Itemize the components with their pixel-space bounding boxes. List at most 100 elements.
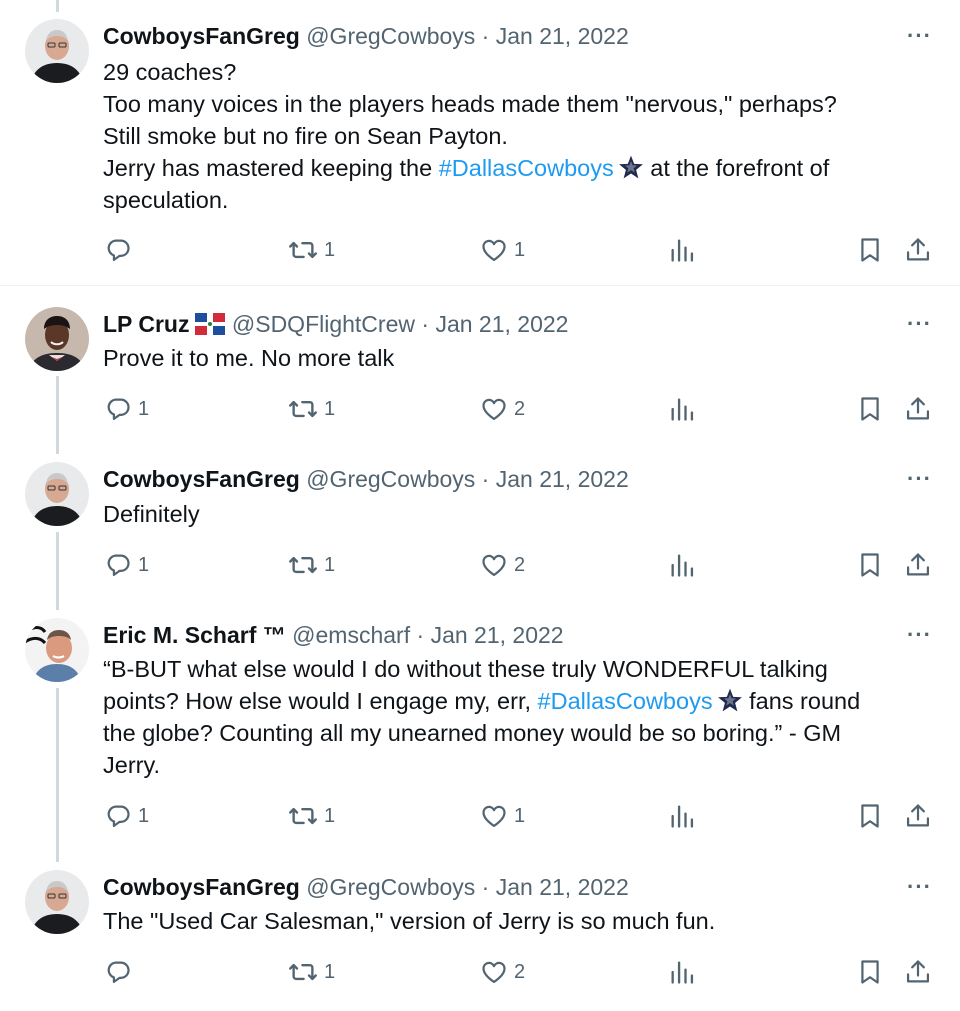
share-button[interactable]	[904, 549, 932, 581]
like-count: 2	[514, 960, 526, 983]
bookmark-icon	[856, 395, 884, 423]
avatar[interactable]	[25, 618, 89, 682]
bookmark-icon	[856, 958, 884, 986]
like-button[interactable]: 1	[480, 234, 525, 266]
tweet-text: Prove it to me. No more talk	[103, 342, 933, 374]
tweet-line: Definitely	[103, 501, 200, 527]
timestamp[interactable]: Jan 21, 2022	[496, 466, 629, 492]
reply-button[interactable]: 1	[104, 549, 149, 581]
retweet-button[interactable]: 1	[288, 234, 335, 266]
separator: ·	[414, 311, 436, 337]
like-button[interactable]: 1	[480, 800, 525, 832]
reply-button[interactable]: 1	[104, 393, 149, 425]
tweet-actions: 1 1 2	[0, 549, 960, 581]
reply-button[interactable]	[104, 956, 138, 988]
share-button[interactable]	[904, 956, 932, 988]
bookmark-button[interactable]	[856, 234, 884, 266]
separator: ·	[410, 622, 431, 648]
more-options-icon[interactable]: ···	[907, 468, 932, 490]
more-options-icon[interactable]: ···	[907, 313, 932, 335]
reply-icon	[104, 236, 132, 264]
tweet-actions: 1 2	[0, 956, 960, 988]
tweet-line: the globe? Counting all my unearned mone…	[103, 720, 842, 746]
like-count: 1	[514, 238, 526, 261]
retweet-count: 1	[324, 397, 336, 420]
more-options-icon[interactable]: ···	[907, 876, 932, 898]
display-name[interactable]: CowboysFanGreg	[103, 466, 300, 492]
views-icon	[668, 395, 696, 423]
more-options-icon[interactable]: ···	[907, 624, 932, 646]
retweet-icon	[288, 394, 318, 424]
retweet-icon	[288, 801, 318, 831]
like-button[interactable]: 2	[480, 956, 525, 988]
reply-button[interactable]	[104, 234, 138, 266]
timestamp[interactable]: Jan 21, 2022	[435, 311, 568, 337]
user-handle[interactable]: @GregCowboys	[306, 466, 475, 492]
reply-icon	[104, 958, 132, 986]
cowboys-star-icon	[618, 154, 644, 180]
bookmark-button[interactable]	[856, 956, 884, 988]
tweet-header: CowboysFanGreg @GregCowboys · Jan 21, 20…	[103, 21, 629, 51]
tweet-text: Definitely	[103, 498, 933, 530]
share-button[interactable]	[904, 393, 932, 425]
hashtag-link[interactable]: #DallasCowboys	[439, 155, 614, 181]
user-handle[interactable]: @SDQFlightCrew	[232, 311, 415, 337]
tweet-actions: 1 1 1	[0, 800, 960, 832]
bookmark-button[interactable]	[856, 393, 884, 425]
separator: ·	[475, 23, 496, 49]
tweet-line: Jerry.	[103, 752, 161, 778]
tweet-actions: 1 1 2	[0, 393, 960, 425]
bookmark-button[interactable]	[856, 549, 884, 581]
retweet-icon	[288, 550, 318, 580]
share-button[interactable]	[904, 800, 932, 832]
views-button[interactable]	[668, 234, 696, 266]
display-name[interactable]: Eric M. Scharf ™	[103, 622, 286, 648]
display-name[interactable]: CowboysFanGreg	[103, 23, 300, 49]
cowboys-star-icon	[717, 687, 743, 713]
views-button[interactable]	[668, 549, 696, 581]
like-count: 2	[514, 553, 526, 576]
tweet-header: LP Cruz @SDQFlightCrew · Jan 21, 2022	[103, 309, 568, 339]
reply-button[interactable]: 1	[104, 800, 149, 832]
heart-icon	[480, 395, 508, 423]
tweet-line: points? How else would I engage my, err,…	[103, 685, 933, 717]
display-name[interactable]: CowboysFanGreg	[103, 874, 300, 900]
heart-icon	[480, 958, 508, 986]
tweet-line: “B-BUT what else would I do without thes…	[103, 656, 828, 682]
tweet-line: 29 coaches?	[103, 59, 237, 85]
retweet-button[interactable]: 1	[288, 549, 335, 581]
tweet-header: CowboysFanGreg @GregCowboys · Jan 21, 20…	[103, 464, 629, 494]
retweet-button[interactable]: 1	[288, 393, 335, 425]
avatar[interactable]	[25, 870, 89, 934]
more-options-icon[interactable]: ···	[907, 25, 932, 47]
separator: ·	[475, 874, 496, 900]
avatar[interactable]	[25, 19, 89, 83]
views-button[interactable]	[668, 956, 696, 988]
bookmark-icon	[856, 551, 884, 579]
timestamp[interactable]: Jan 21, 2022	[496, 874, 629, 900]
views-button[interactable]	[668, 800, 696, 832]
share-icon	[904, 395, 932, 423]
tweet-text: “B-BUT what else would I do without thes…	[103, 653, 933, 781]
retweet-button[interactable]: 1	[288, 956, 335, 988]
user-handle[interactable]: @GregCowboys	[306, 874, 475, 900]
share-icon	[904, 802, 932, 830]
avatar[interactable]	[25, 307, 89, 371]
tweet-header: Eric M. Scharf ™ @emscharf · Jan 21, 202…	[103, 620, 564, 650]
like-button[interactable]: 2	[480, 393, 525, 425]
like-button[interactable]: 2	[480, 549, 525, 581]
user-handle[interactable]: @emscharf	[292, 622, 410, 648]
avatar[interactable]	[25, 462, 89, 526]
share-button[interactable]	[904, 234, 932, 266]
retweet-button[interactable]: 1	[288, 800, 335, 832]
timestamp[interactable]: Jan 21, 2022	[496, 23, 629, 49]
bookmark-button[interactable]	[856, 800, 884, 832]
retweet-icon	[288, 235, 318, 265]
display-name[interactable]: LP Cruz	[103, 311, 189, 337]
hashtag-link[interactable]: #DallasCowboys	[538, 688, 713, 714]
user-handle[interactable]: @GregCowboys	[306, 23, 475, 49]
views-button[interactable]	[668, 393, 696, 425]
reply-count: 1	[138, 553, 150, 576]
timestamp[interactable]: Jan 21, 2022	[431, 622, 564, 648]
bookmark-icon	[856, 802, 884, 830]
